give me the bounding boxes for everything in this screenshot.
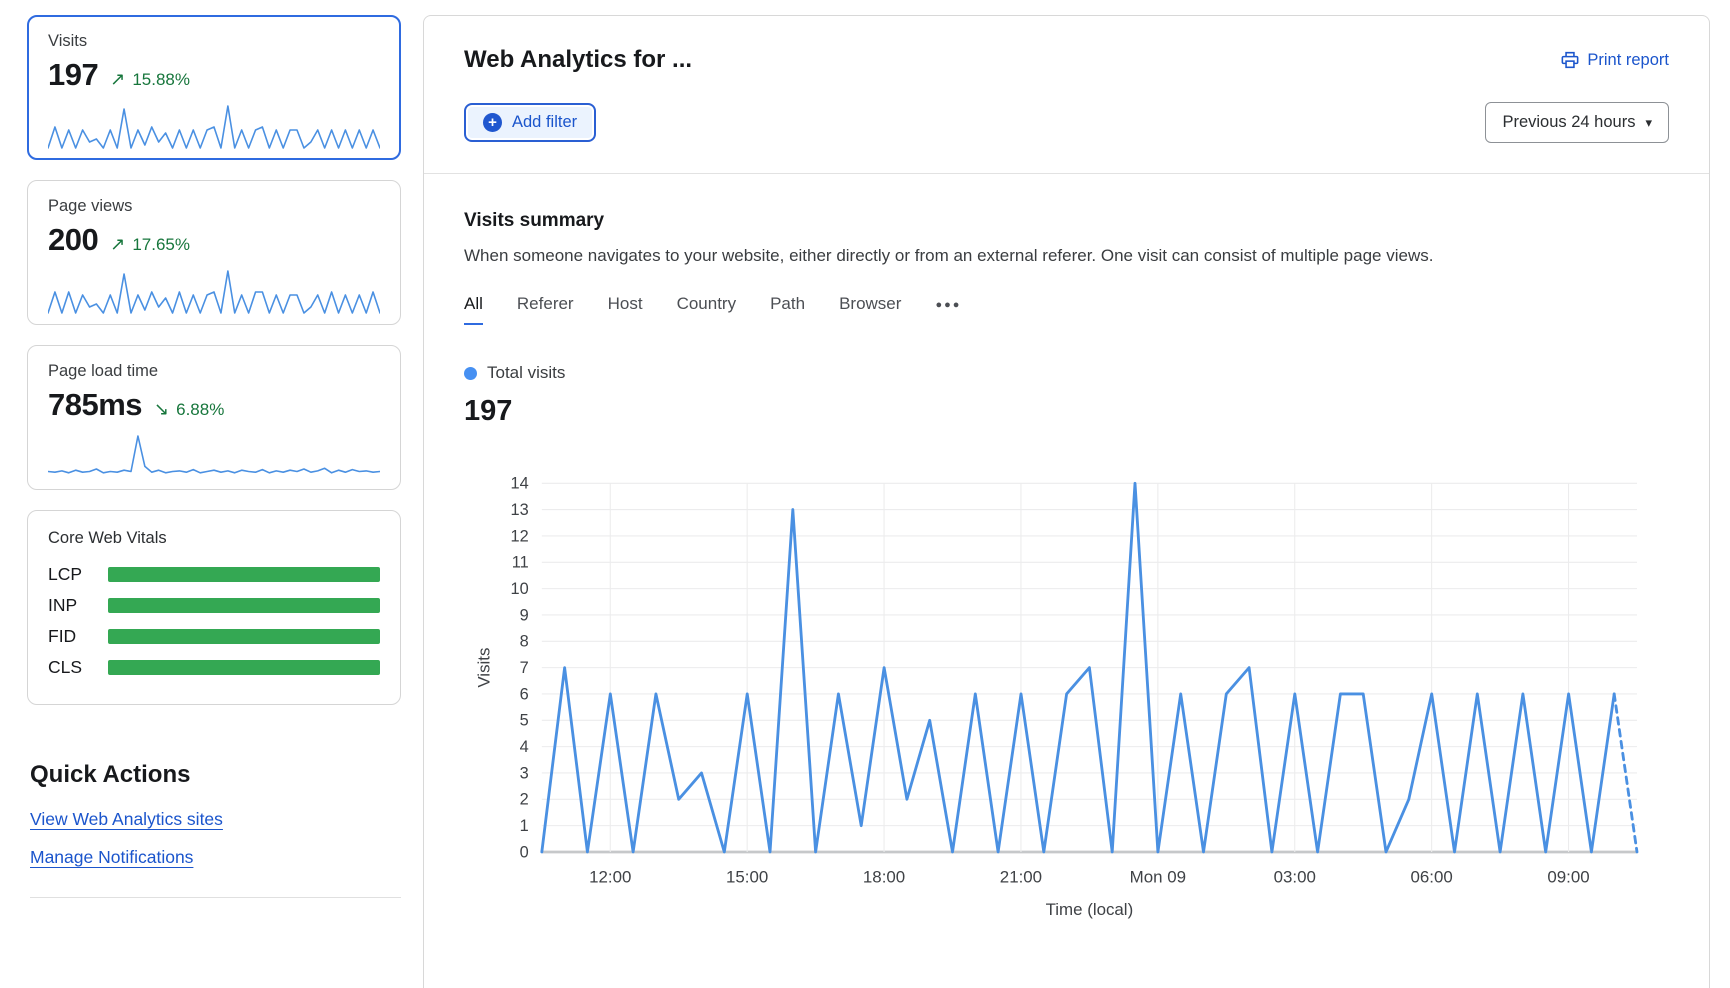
core-web-vitals-card: Core Web Vitals LCP INP FID CLS — [27, 510, 401, 705]
visits-summary-section: Visits summary When someone navigates to… — [424, 174, 1709, 926]
svg-text:5: 5 — [520, 712, 529, 730]
visits-sparkline — [48, 103, 380, 149]
print-report-link[interactable]: Print report — [1561, 51, 1669, 70]
svg-text:06:00: 06:00 — [1411, 868, 1453, 887]
trend-down-icon: ↘ — [154, 399, 169, 420]
svg-text:18:00: 18:00 — [863, 868, 905, 887]
svg-text:6: 6 — [520, 685, 529, 703]
svg-text:15:00: 15:00 — [726, 868, 768, 887]
view-web-analytics-sites-link[interactable]: View Web Analytics sites — [30, 809, 223, 830]
page-load-time-sparkline — [48, 433, 380, 479]
quick-actions: Quick Actions View Web Analytics sites M… — [27, 761, 401, 898]
panel-header: Web Analytics for ... Print report + — [424, 16, 1709, 173]
time-range-dropdown[interactable]: Previous 24 hours ▾ — [1485, 102, 1669, 143]
svg-text:10: 10 — [511, 580, 529, 598]
trend-up-icon: ↗ — [110, 69, 125, 90]
svg-text:12: 12 — [511, 527, 529, 545]
analytics-panel: Web Analytics for ... Print report + — [423, 15, 1710, 988]
tab-referer[interactable]: Referer — [517, 294, 574, 325]
metrics-sidebar: Visits 197 ↗ 15.88% Page views 200 ↗ 17.… — [27, 15, 401, 988]
svg-text:9: 9 — [520, 606, 529, 624]
add-filter-label: Add filter — [512, 113, 577, 132]
svg-text:Visits: Visits — [474, 648, 493, 688]
svg-text:4: 4 — [520, 738, 529, 756]
tab-host[interactable]: Host — [608, 294, 643, 325]
trend-percent: 17.65% — [132, 235, 190, 255]
svg-text:7: 7 — [520, 659, 529, 677]
cwv-row-cls: CLS — [48, 657, 380, 678]
quick-actions-title: Quick Actions — [30, 761, 401, 789]
svg-text:8: 8 — [520, 633, 529, 651]
tab-path[interactable]: Path — [770, 294, 805, 325]
chevron-down-icon: ▾ — [1645, 115, 1652, 131]
manage-notifications-link[interactable]: Manage Notifications — [30, 847, 193, 868]
svg-text:14: 14 — [511, 475, 529, 493]
svg-text:3: 3 — [520, 764, 529, 782]
svg-text:0: 0 — [520, 843, 529, 861]
trend-percent: 15.88% — [132, 70, 190, 90]
visits-chart: 0123456789101112131412:0015:0018:0021:00… — [464, 468, 1669, 926]
metric-card-visits[interactable]: Visits 197 ↗ 15.88% — [27, 15, 401, 160]
cwv-score-bar — [108, 567, 380, 582]
metric-value: 200 — [48, 222, 98, 258]
metric-trend: ↗ 17.65% — [110, 234, 190, 255]
core-web-vitals-title: Core Web Vitals — [48, 529, 380, 548]
summary-title: Visits summary — [464, 210, 1669, 232]
svg-text:1: 1 — [520, 817, 529, 835]
metric-trend: ↘ 6.88% — [154, 399, 224, 420]
dimension-tabs: All Referer Host Country Path Browser ●●… — [464, 294, 1669, 325]
time-range-value: Previous 24 hours — [1502, 113, 1635, 132]
svg-text:21:00: 21:00 — [1000, 868, 1042, 887]
svg-text:11: 11 — [512, 554, 529, 572]
svg-text:2: 2 — [520, 791, 529, 809]
cwv-metric-label: LCP — [48, 564, 92, 585]
summary-description: When someone navigates to your website, … — [464, 246, 1669, 266]
cwv-metric-label: CLS — [48, 657, 92, 678]
add-filter-button[interactable]: + Add filter — [464, 103, 596, 142]
cwv-row-lcp: LCP — [48, 564, 380, 585]
plus-circle-icon: + — [483, 113, 502, 132]
metric-trend: ↗ 15.88% — [110, 69, 190, 90]
cwv-row-fid: FID — [48, 626, 380, 647]
svg-text:Time (local): Time (local) — [1046, 900, 1134, 919]
cwv-row-inp: INP — [48, 595, 380, 616]
total-visits-value: 197 — [464, 395, 1669, 428]
metric-card-page-views[interactable]: Page views 200 ↗ 17.65% — [27, 180, 401, 325]
metric-label: Page load time — [48, 362, 380, 381]
chart-legend: Total visits — [464, 363, 1669, 383]
page: Visits 197 ↗ 15.88% Page views 200 ↗ 17.… — [0, 0, 1730, 988]
cwv-score-bar — [108, 598, 380, 613]
printer-icon — [1561, 51, 1579, 69]
more-tabs-icon[interactable]: ●●● — [935, 299, 961, 320]
legend-dot-icon — [464, 367, 477, 380]
metric-value: 785ms — [48, 387, 142, 423]
print-report-label: Print report — [1587, 51, 1669, 70]
svg-text:12:00: 12:00 — [589, 868, 631, 887]
trend-up-icon: ↗ — [110, 234, 125, 255]
legend-label: Total visits — [487, 363, 565, 383]
metric-label: Page views — [48, 197, 380, 216]
tab-country[interactable]: Country — [677, 294, 737, 325]
metric-card-page-load-time[interactable]: Page load time 785ms ↘ 6.88% — [27, 345, 401, 490]
cwv-score-bar — [108, 660, 380, 675]
cwv-score-bar — [108, 629, 380, 644]
tab-browser[interactable]: Browser — [839, 294, 901, 325]
tab-all[interactable]: All — [464, 294, 483, 325]
page-title: Web Analytics for ... — [464, 46, 692, 74]
svg-text:09:00: 09:00 — [1547, 868, 1589, 887]
svg-text:03:00: 03:00 — [1274, 868, 1316, 887]
metric-value: 197 — [48, 57, 98, 93]
metric-label: Visits — [48, 32, 380, 51]
svg-text:13: 13 — [511, 501, 529, 519]
page-views-sparkline — [48, 268, 380, 314]
trend-percent: 6.88% — [176, 400, 224, 420]
cwv-metric-label: FID — [48, 626, 92, 647]
cwv-metric-label: INP — [48, 595, 92, 616]
sidebar-divider — [30, 897, 401, 898]
svg-text:Mon 09: Mon 09 — [1130, 868, 1186, 887]
